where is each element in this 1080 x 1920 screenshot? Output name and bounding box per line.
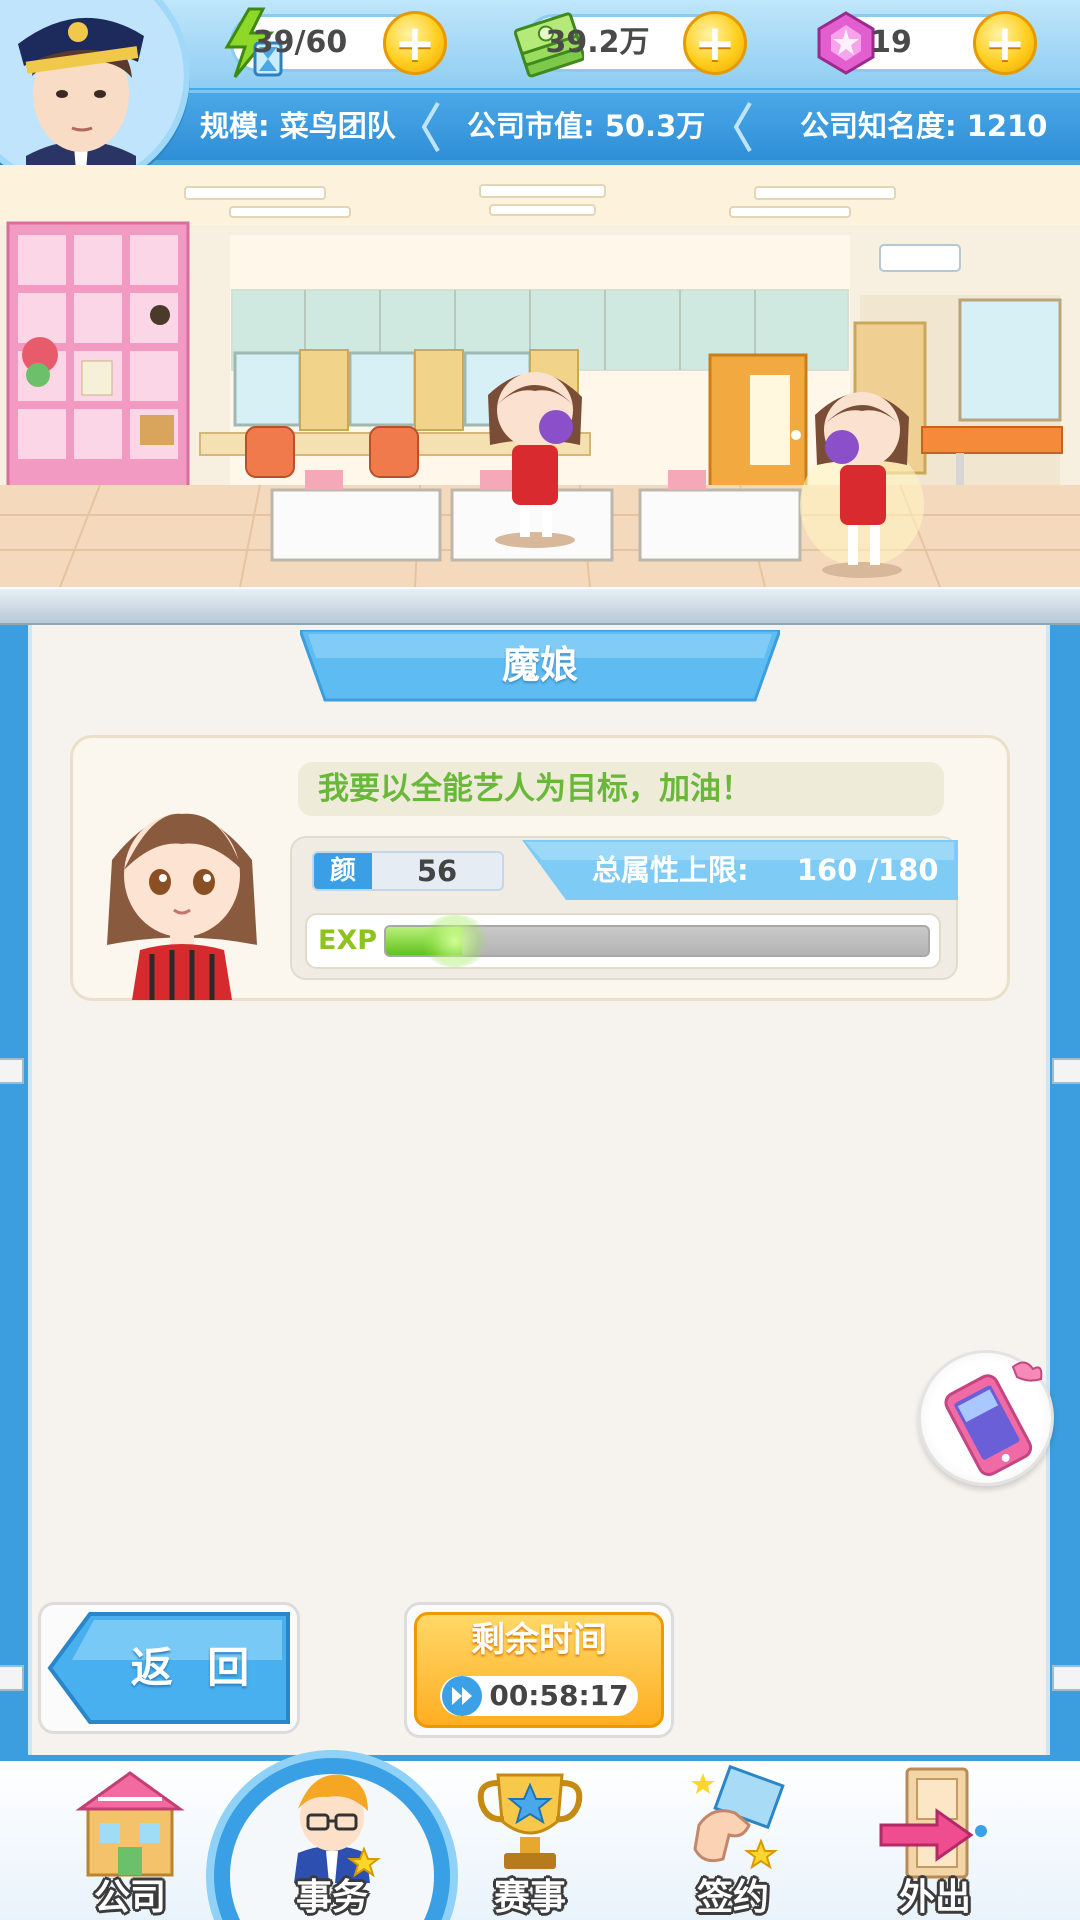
- nav-contest[interactable]: 赛事: [455, 1765, 605, 1920]
- phone-button[interactable]: [918, 1350, 1054, 1486]
- add-energy-button[interactable]: +: [383, 11, 447, 75]
- artist-name-tab: 魔娘: [300, 630, 780, 706]
- divider-chevron-icon: [421, 101, 440, 153]
- gem-counter: 19 +: [817, 11, 1037, 75]
- attribute-cap-value: 160 /180: [796, 853, 939, 887]
- nav-affairs-label: 事务: [295, 1877, 368, 1918]
- attribute-cap-label: 总属性上限:: [592, 853, 749, 887]
- frame-clip: [0, 1665, 24, 1691]
- gem-value: 19: [870, 25, 912, 60]
- captain-avatar-icon: [0, 0, 184, 184]
- pink-phone-icon: [944, 1361, 1043, 1477]
- artist-portrait: [107, 813, 257, 1000]
- studio-background: [0, 165, 1080, 587]
- company-building-icon: [75, 1771, 185, 1877]
- contract-hand-icon: [691, 1765, 785, 1870]
- remaining-time-value: 00:58:17: [489, 1679, 629, 1712]
- nav-sign[interactable]: 签约: [658, 1765, 808, 1920]
- company-market-value: 公司市值: 50.3万: [467, 109, 706, 143]
- frame-clip: [0, 1058, 24, 1084]
- company-scale: 规模: 菜鸟团队: [200, 109, 396, 143]
- nav-sign-label: 签约: [696, 1877, 769, 1918]
- add-gems-button[interactable]: +: [973, 11, 1037, 75]
- money-counter: 39.2万 +: [514, 11, 747, 78]
- manager-avatar-icon: [294, 1774, 381, 1883]
- divider-chevron-icon: [733, 101, 752, 153]
- player-avatar[interactable]: [0, 0, 190, 190]
- nav-outing-label: 外出: [898, 1877, 971, 1918]
- frame-clip: [1052, 1058, 1080, 1084]
- remaining-time-title[interactable]: 剩余时间: [414, 1614, 664, 1666]
- nav-contest-label: 赛事: [493, 1877, 566, 1918]
- trophy-icon: [477, 1773, 583, 1869]
- attribute-cap: 总属性上限: 160 /180: [592, 840, 952, 900]
- nav-outing[interactable]: 外出: [860, 1765, 1010, 1920]
- nav-affairs[interactable]: 事务: [257, 1765, 407, 1920]
- fast-forward-icon[interactable]: [442, 1676, 482, 1716]
- nav-company-label: 公司: [93, 1877, 166, 1918]
- looks-stat: 颜 56: [312, 851, 504, 891]
- energy-value: 39/60: [252, 25, 348, 60]
- exp-glow: [420, 915, 490, 967]
- studio-scene: [0, 165, 1080, 587]
- artist-quote: 我要以全能艺人为目标，加油！: [298, 762, 944, 816]
- nav-company[interactable]: 公司: [55, 1765, 205, 1920]
- back-button-label[interactable]: 返 回: [120, 1610, 270, 1726]
- exp-label: EXP: [318, 925, 378, 956]
- artist-name: 魔娘: [501, 643, 578, 687]
- scene-rail: [0, 587, 1080, 625]
- energy-counter: 39/60 +: [224, 7, 447, 78]
- company-fame: 公司知名度: 1210: [800, 109, 1048, 143]
- door-exit-icon: [879, 1767, 987, 1879]
- frame-clip: [1052, 1665, 1080, 1691]
- add-money-button[interactable]: +: [683, 11, 747, 75]
- company-info-strip: 规模: 菜鸟团队 公司市值: 50.3万 公司知名度: 1210: [150, 90, 1080, 160]
- looks-stat-label: 颜: [314, 853, 372, 889]
- looks-stat-value: 56: [416, 854, 458, 888]
- money-value: 39.2万: [545, 25, 650, 60]
